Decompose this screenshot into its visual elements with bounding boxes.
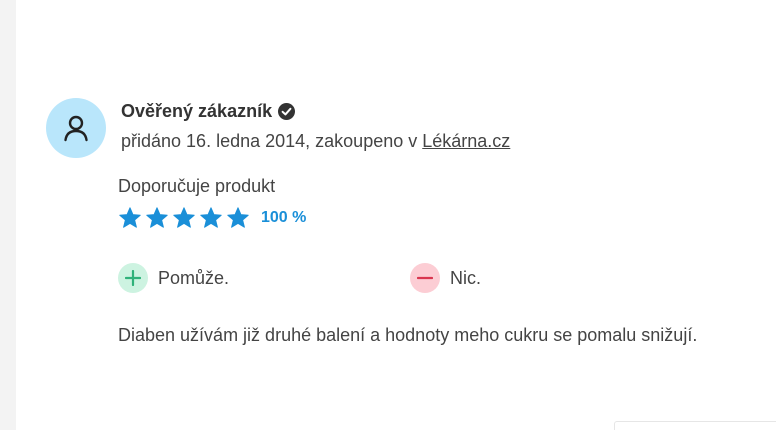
star-icon bbox=[172, 206, 196, 230]
rating-percent: 100 % bbox=[261, 209, 307, 226]
minus-icon bbox=[410, 263, 440, 293]
review-author: Ověřený zákazník bbox=[121, 101, 296, 122]
avatar bbox=[46, 98, 106, 158]
corner-panel bbox=[614, 421, 776, 430]
review-text: Diaben užívám již druhé balení a hodnoty… bbox=[118, 325, 698, 345]
pros-text: Pomůže. bbox=[158, 267, 230, 288]
star-icon bbox=[145, 206, 169, 230]
cons-text: Nic. bbox=[450, 267, 481, 288]
author-name: Ověřený zákazník bbox=[121, 101, 273, 121]
pros-item: Pomůže. bbox=[118, 263, 229, 293]
plus-icon bbox=[118, 263, 148, 293]
review-date-text: přidáno 16. ledna 2014, zakoupeno v bbox=[121, 131, 423, 151]
rating: 100 % bbox=[118, 206, 306, 230]
review-card: Ověřený zákazník přidáno 16. ledna 2014,… bbox=[16, 0, 776, 430]
user-icon bbox=[64, 115, 88, 142]
verified-check-icon bbox=[278, 103, 296, 120]
star-icon bbox=[226, 206, 250, 230]
store-link[interactable]: Lékárna.cz bbox=[422, 131, 510, 151]
recommend-label: Doporučuje produkt bbox=[118, 176, 276, 196]
review-meta: přidáno 16. ledna 2014, zakoupeno v Léká… bbox=[121, 131, 510, 152]
star-icon bbox=[199, 206, 223, 230]
cons-item: Nic. bbox=[410, 263, 481, 293]
rating-stars bbox=[118, 206, 250, 230]
star-icon bbox=[118, 206, 142, 230]
